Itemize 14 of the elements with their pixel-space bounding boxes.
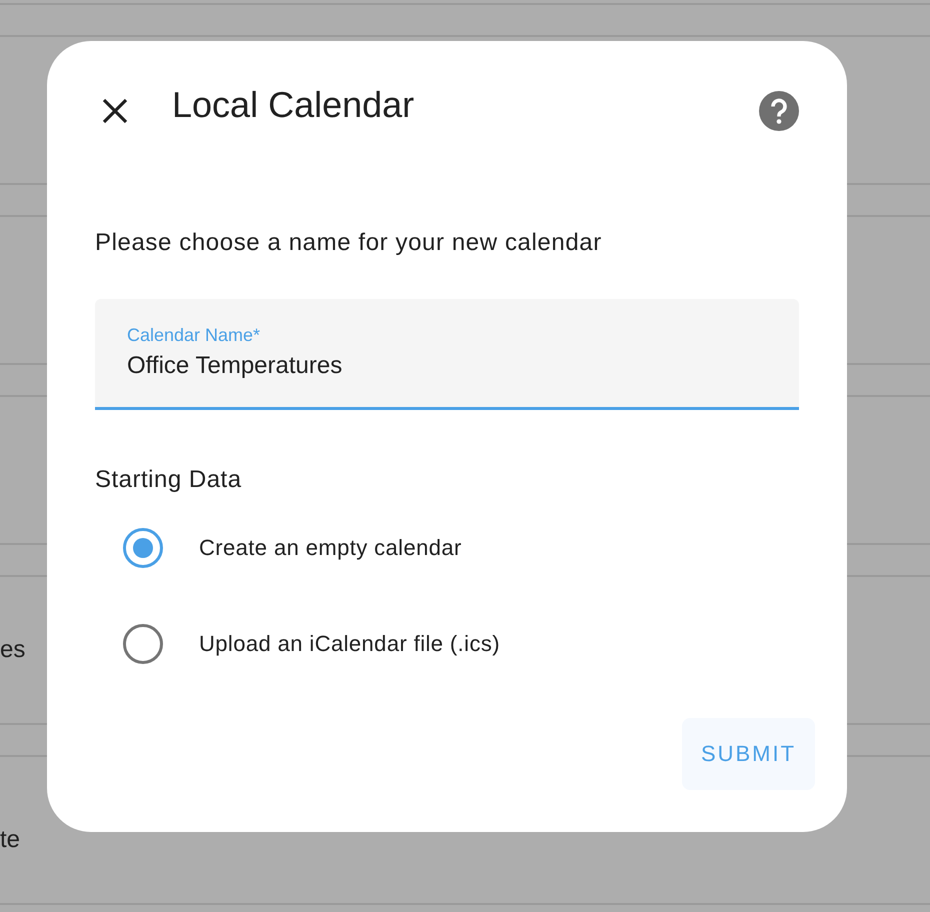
radio-button[interactable] (123, 528, 163, 568)
calendar-name-input[interactable]: Office Temperatures (127, 352, 767, 380)
dialog-title: Local Calendar (172, 84, 416, 126)
option-label: Create an empty calendar (199, 535, 462, 561)
prompt-text: Please choose a name for your new calendar (95, 228, 603, 258)
option-label: Upload an iCalendar file (.ics) (199, 631, 500, 657)
help-button[interactable] (758, 90, 800, 132)
radio-button[interactable] (123, 624, 163, 664)
calendar-name-field[interactable]: Calendar Name* Office Temperatures (95, 299, 799, 410)
list-item-text: te (0, 825, 20, 854)
close-icon (101, 97, 129, 125)
list-item-text: es (0, 636, 26, 664)
help-icon (758, 90, 800, 132)
section-title: Starting Data (95, 466, 243, 494)
